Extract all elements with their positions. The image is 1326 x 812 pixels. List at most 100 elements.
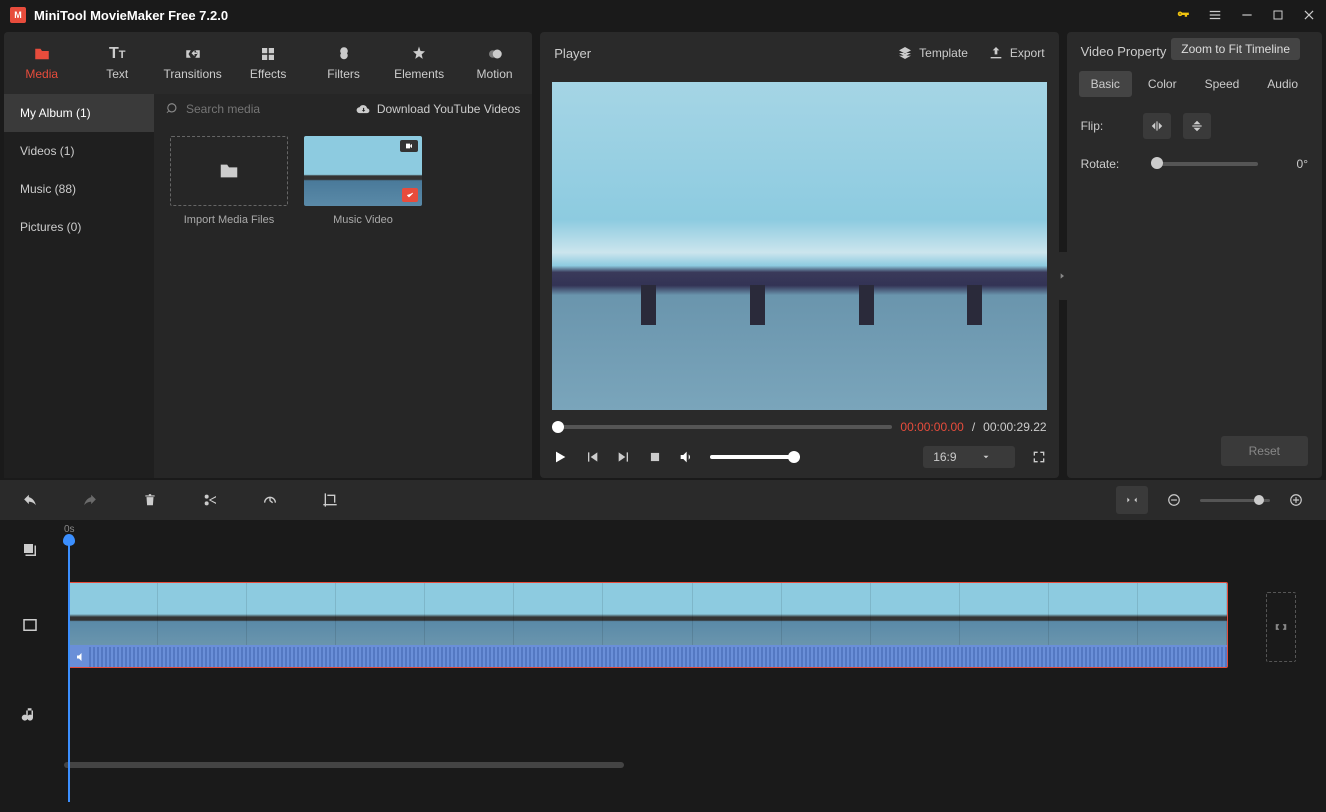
stop-button[interactable] — [648, 450, 662, 464]
sidebar-item-pictures[interactable]: Pictures (0) — [4, 208, 154, 246]
export-button[interactable]: Export — [988, 45, 1045, 61]
add-transition-button[interactable] — [1266, 592, 1296, 662]
flip-vertical-button[interactable] — [1183, 113, 1211, 139]
tab-elements-label: Elements — [394, 67, 444, 81]
flip-label: Flip: — [1081, 119, 1131, 133]
video-track[interactable] — [60, 580, 1326, 670]
zoom-out-button[interactable] — [1158, 486, 1190, 514]
app-title: MiniTool MovieMaker Free 7.2.0 — [34, 8, 1176, 23]
tab-filters-label: Filters — [327, 67, 360, 81]
clip-audio-icon — [75, 651, 87, 663]
rotate-slider[interactable] — [1151, 162, 1258, 166]
player-panel: Player Template Export 00:00:00.00 — [540, 32, 1058, 478]
sidebar-item-music[interactable]: Music (88) — [4, 170, 154, 208]
audio-track[interactable] — [60, 670, 1326, 760]
chevron-down-icon — [981, 452, 991, 462]
tab-motion-label: Motion — [477, 67, 513, 81]
tab-text-label: Text — [106, 67, 128, 81]
time-current: 00:00:00.00 — [900, 420, 963, 434]
search-input[interactable] — [186, 102, 306, 116]
sidebar-item-myalbum[interactable]: My Album (1) — [4, 94, 154, 132]
speed-button[interactable] — [254, 486, 286, 514]
fullscreen-button[interactable] — [1031, 449, 1047, 465]
menu-icon[interactable] — [1208, 8, 1222, 22]
delete-button[interactable] — [134, 486, 166, 514]
folder-icon — [217, 160, 241, 182]
play-button[interactable] — [552, 449, 568, 465]
progress-slider[interactable] — [552, 425, 892, 429]
reset-button[interactable]: Reset — [1221, 436, 1308, 466]
tab-motion[interactable]: Motion — [457, 32, 532, 94]
audio-track-icon — [0, 670, 60, 760]
search-box[interactable] — [166, 102, 347, 116]
prev-frame-button[interactable] — [584, 449, 600, 465]
import-label: Import Media Files — [184, 214, 274, 226]
template-button[interactable]: Template — [897, 45, 968, 61]
preview-area[interactable] — [552, 82, 1046, 410]
volume-button[interactable] — [678, 449, 694, 465]
tab-media-label: Media — [25, 67, 58, 81]
tab-media[interactable]: Media — [4, 32, 79, 94]
property-panel: Video Property Basic Color Speed Audio F… — [1067, 32, 1322, 478]
selected-check-icon — [402, 188, 418, 202]
prop-tab-speed[interactable]: Speed — [1193, 71, 1252, 97]
prop-tab-basic[interactable]: Basic — [1079, 71, 1132, 97]
tab-elements[interactable]: Elements — [381, 32, 456, 94]
search-icon — [166, 102, 180, 116]
redo-button[interactable] — [74, 486, 106, 514]
media-panel: Media TT Text Transitions Effects Filter… — [4, 32, 532, 478]
main-tabs: Media TT Text Transitions Effects Filter… — [4, 32, 532, 94]
zoom-slider[interactable] — [1200, 499, 1270, 502]
cloud-download-icon — [355, 102, 371, 116]
download-youtube-button[interactable]: Download YouTube Videos — [355, 102, 520, 116]
media-sidebar: My Album (1) Videos (1) Music (88) Pictu… — [4, 94, 154, 478]
rotate-value: 0° — [1278, 157, 1308, 171]
crop-button[interactable] — [314, 486, 346, 514]
app-logo: M — [10, 7, 26, 23]
prop-tab-audio[interactable]: Audio — [1255, 71, 1310, 97]
tab-transitions-label: Transitions — [164, 67, 222, 81]
player-title: Player — [554, 46, 877, 61]
timeline-ruler[interactable]: 0s — [60, 520, 1326, 544]
zoom-fit-tooltip: Zoom to Fit Timeline — [1171, 38, 1300, 60]
video-track-icon — [0, 580, 60, 670]
aspect-label: 16:9 — [933, 450, 956, 464]
maximize-button[interactable] — [1272, 9, 1284, 21]
next-frame-button[interactable] — [616, 449, 632, 465]
volume-slider[interactable] — [710, 455, 800, 459]
zoom-fit-button[interactable] — [1116, 486, 1148, 514]
zoom-in-button[interactable] — [1280, 486, 1312, 514]
template-label: Template — [919, 46, 968, 60]
timeline-scrollbar[interactable] — [60, 760, 1326, 770]
tab-effects-label: Effects — [250, 67, 286, 81]
export-label: Export — [1010, 46, 1045, 60]
aspect-ratio-select[interactable]: 16:9 — [923, 446, 1014, 468]
tab-text[interactable]: TT Text — [79, 32, 154, 94]
key-icon[interactable] — [1176, 8, 1190, 22]
rotate-label: Rotate: — [1081, 157, 1131, 171]
tab-filters[interactable]: Filters — [306, 32, 381, 94]
title-bar: M MiniTool MovieMaker Free 7.2.0 — [0, 0, 1326, 30]
video-clip[interactable] — [68, 582, 1228, 668]
layers-icon — [897, 45, 913, 61]
minimize-button[interactable] — [1240, 8, 1254, 22]
playhead[interactable] — [68, 542, 70, 802]
close-button[interactable] — [1302, 8, 1316, 22]
undo-button[interactable] — [14, 486, 46, 514]
download-youtube-label: Download YouTube Videos — [377, 102, 520, 116]
flip-horizontal-button[interactable] — [1143, 113, 1171, 139]
timeline-area: Zoom to Fit Timeline 0s — [0, 480, 1326, 810]
import-media-button[interactable]: Import Media Files — [170, 136, 288, 226]
tab-transitions[interactable]: Transitions — [155, 32, 230, 94]
prop-tab-color[interactable]: Color — [1136, 71, 1189, 97]
tab-effects[interactable]: Effects — [230, 32, 305, 94]
sidebar-item-videos[interactable]: Videos (1) — [4, 132, 154, 170]
export-icon — [988, 45, 1004, 61]
clip-label: Music Video — [333, 214, 393, 226]
track-manager-button[interactable] — [0, 520, 60, 580]
split-button[interactable] — [194, 486, 226, 514]
video-badge-icon — [400, 140, 418, 152]
media-clip-item[interactable]: Music Video — [304, 136, 422, 226]
panel-collapse-button[interactable] — [1057, 252, 1067, 300]
time-total: 00:00:29.22 — [983, 420, 1046, 434]
